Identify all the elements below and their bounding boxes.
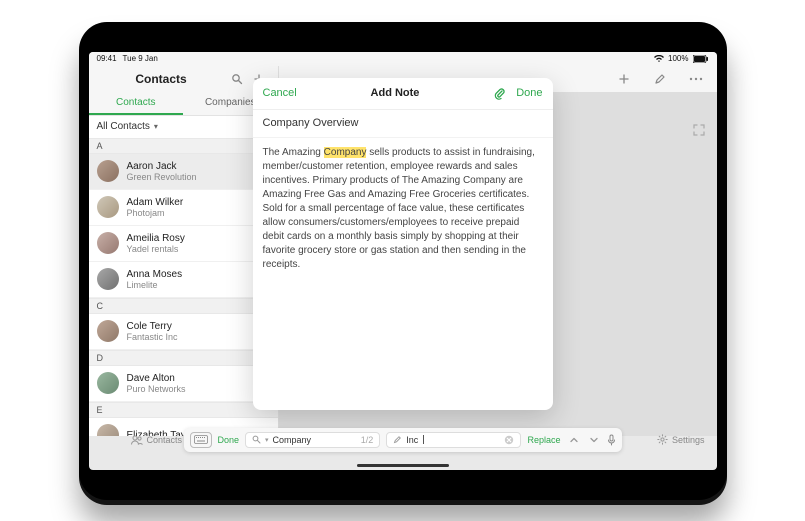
bottom-settings-chip[interactable]: Settings — [657, 428, 705, 452]
search-icon — [252, 435, 261, 444]
note-subject-field[interactable]: Company Overview — [253, 110, 553, 138]
contact-name: Ameilia Rosy — [127, 233, 185, 244]
microphone-icon[interactable] — [607, 434, 616, 446]
chevron-down-icon[interactable]: ▾ — [265, 436, 269, 444]
prev-match-button[interactable] — [567, 435, 581, 445]
list-item[interactable]: Ameilia RosyYadel rentals — [89, 226, 278, 262]
section-header: A — [89, 138, 278, 154]
list-item[interactable]: Adam WilkerPhotojam — [89, 190, 278, 226]
contact-name: Adam Wilker — [127, 197, 184, 208]
keyboard-toggle-icon[interactable] — [190, 432, 212, 448]
match-count: 1/2 — [361, 435, 374, 445]
note-subject-value: Company Overview — [263, 117, 359, 129]
tab-contacts-label: Contacts — [116, 97, 155, 108]
tablet-frame: 09:41 Tue 9 Jan 100% Contacts — [79, 22, 727, 500]
bottom-settings-label: Settings — [672, 435, 705, 445]
avatar — [97, 372, 119, 394]
contact-list[interactable]: All Contacts ▾ A Aaron JackGreen Revolut… — [89, 116, 279, 436]
avatar — [97, 320, 119, 342]
contact-name: Anna Moses — [127, 269, 183, 280]
contact-company: Yadel rentals — [127, 244, 185, 254]
replace-input[interactable]: Inc — [386, 432, 521, 448]
contact-name: Cole Terry — [127, 321, 178, 332]
contact-name: Dave Alton — [127, 373, 186, 384]
avatar — [97, 268, 119, 290]
note-body-field[interactable]: The Amazing Company sells products to as… — [253, 138, 553, 280]
sidebar-title: Contacts — [97, 72, 226, 86]
list-item[interactable]: Anna MosesLimelite — [89, 262, 278, 298]
find-value: Company — [273, 435, 312, 445]
battery-icon — [693, 55, 709, 63]
contact-company: Photojam — [127, 208, 184, 218]
add-note-modal: Cancel Add Note Done Company Overview Th… — [253, 78, 553, 410]
filter-dropdown[interactable]: All Contacts ▾ — [89, 116, 278, 138]
wifi-icon — [654, 55, 664, 63]
contact-company: Fantastic Inc — [127, 332, 178, 342]
modal-header: Cancel Add Note Done — [253, 78, 553, 110]
pencil-icon — [393, 435, 402, 444]
filter-label: All Contacts — [97, 121, 150, 132]
contact-name: Aaron Jack — [127, 161, 197, 172]
expand-icon[interactable] — [693, 124, 705, 136]
find-replace-bar: Done ▾ Company 1/2 Inc — [184, 428, 622, 452]
status-bar: 09:41 Tue 9 Jan 100% — [89, 52, 717, 66]
findbar-done-button[interactable]: Done — [218, 435, 240, 445]
section-letter: E — [97, 405, 103, 415]
cancel-button[interactable]: Cancel — [263, 87, 297, 99]
section-letter: D — [97, 353, 104, 363]
find-input[interactable]: ▾ Company 1/2 — [245, 432, 380, 448]
note-body-highlight: Company — [324, 147, 367, 158]
header-add-icon[interactable] — [613, 68, 635, 90]
next-match-button[interactable] — [587, 435, 601, 445]
list-item[interactable]: Cole TerryFantastic Inc — [89, 314, 278, 350]
battery-pct: 100% — [668, 54, 688, 63]
bottom-contacts-label: Contacts — [147, 435, 183, 445]
status-date: Tue 9 Jan — [123, 54, 158, 63]
people-icon — [131, 435, 143, 445]
tab-companies-label: Companies — [205, 97, 256, 108]
section-header: D — [89, 350, 278, 366]
tab-contacts[interactable]: Contacts — [89, 92, 184, 115]
contact-company: Green Revolution — [127, 172, 197, 182]
list-item[interactable]: Dave AltonPuro Networks — [89, 366, 278, 402]
avatar — [97, 160, 119, 182]
note-body-suffix: sells products to assist in fundraising,… — [263, 147, 535, 270]
clear-icon[interactable] — [504, 435, 514, 445]
gear-icon — [657, 434, 668, 445]
pencil-icon[interactable] — [649, 68, 671, 90]
chevron-down-icon: ▾ — [154, 122, 158, 131]
status-time: 09:41 — [97, 54, 117, 63]
modal-title: Add Note — [297, 87, 493, 99]
done-button[interactable]: Done — [516, 87, 542, 99]
section-letter: A — [97, 141, 103, 151]
note-body-prefix: The Amazing — [263, 147, 324, 158]
list-item[interactable]: Aaron JackGreen Revolution — [89, 154, 278, 190]
section-letter: C — [97, 301, 104, 311]
search-icon[interactable] — [226, 68, 248, 90]
section-header: C — [89, 298, 278, 314]
avatar — [97, 196, 119, 218]
sidebar-tabs: Contacts Companies — [89, 92, 278, 116]
home-indicator[interactable] — [357, 464, 449, 467]
avatar — [97, 232, 119, 254]
more-icon[interactable] — [685, 68, 707, 90]
bottom-contacts-chip[interactable]: Contacts — [131, 428, 183, 452]
section-header: E — [89, 402, 278, 418]
screen: 09:41 Tue 9 Jan 100% Contacts — [89, 52, 717, 470]
replace-value: Inc — [406, 435, 418, 445]
contact-company: Limelite — [127, 280, 183, 290]
paperclip-icon[interactable] — [493, 87, 506, 100]
avatar — [97, 424, 119, 436]
contact-company: Puro Networks — [127, 384, 186, 394]
text-cursor — [423, 435, 424, 444]
replace-button[interactable]: Replace — [527, 435, 560, 445]
